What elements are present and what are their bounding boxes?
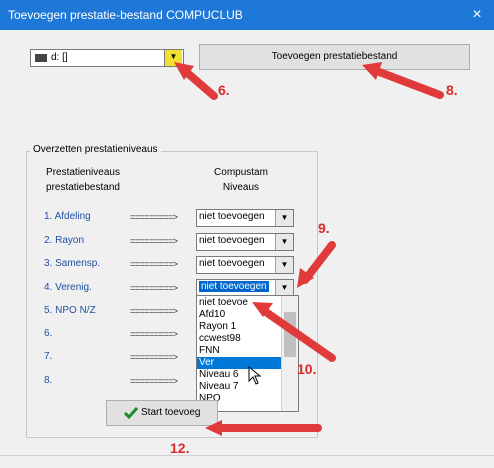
annotation-arrowhead-12 — [205, 420, 222, 436]
annotation-arrows — [174, 62, 444, 436]
annotation-arrow-6 — [180, 66, 218, 100]
annotation-arrowhead-8 — [362, 62, 382, 80]
annotation-arrow-8 — [370, 66, 444, 99]
annotation-label-12: 12. — [170, 440, 190, 456]
annotation-label-10: 10. — [297, 361, 317, 377]
annotation-label-6: 6. — [218, 82, 230, 98]
annotation-label-8: 8. — [446, 82, 458, 98]
annotation-arrow-10 — [259, 306, 336, 362]
annotation-label-9: 9. — [318, 220, 330, 236]
